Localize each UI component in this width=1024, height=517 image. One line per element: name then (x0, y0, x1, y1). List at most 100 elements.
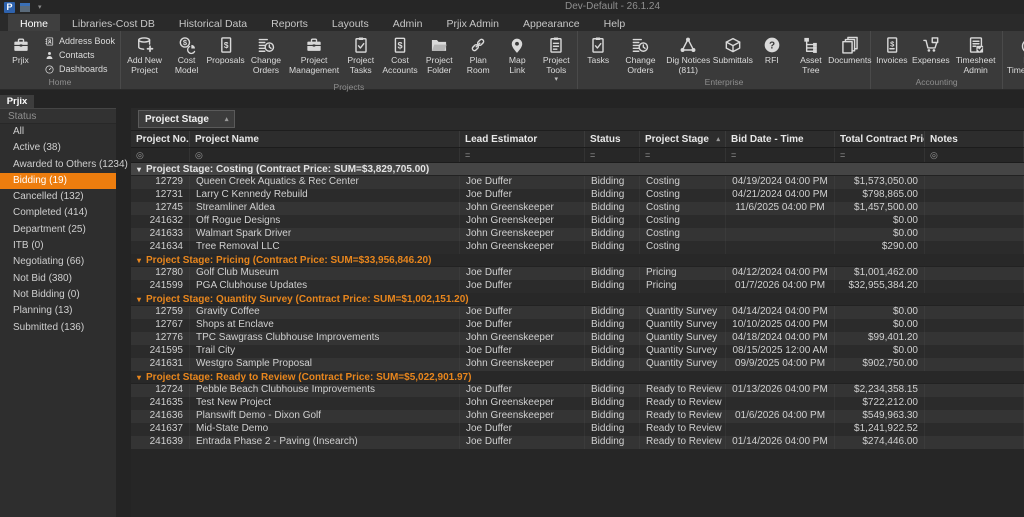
filter-cell-project-no[interactable]: ◎ (131, 148, 190, 162)
ribbon-button-change-orders[interactable]: Change Orders (618, 31, 663, 78)
window-icon[interactable] (20, 3, 30, 12)
ribbon-button-change-orders[interactable]: Change Orders (245, 31, 287, 83)
ribbon-button-cost-accounts[interactable]: $Cost Accounts (380, 31, 420, 83)
group-row[interactable]: ▾Project Stage: Quantity Survey (Contrac… (131, 293, 1024, 306)
sidebar-item-planning-13[interactable]: Planning (13) (0, 303, 116, 319)
ribbon-button-contacts[interactable]: Contacts (44, 49, 115, 61)
table-row[interactable]: 12745Streamliner AldeaJohn GreenskeeperB… (131, 202, 1024, 215)
table-row[interactable]: 241595Trail CityJoe DufferBiddingQuantit… (131, 345, 1024, 358)
ribbon-button-timesheet-admin[interactable]: Timesheet Admin (950, 31, 1001, 78)
ribbon-button-proposals[interactable]: $Proposals (206, 31, 245, 83)
ribbon-button-address-book[interactable]: Address Book (44, 35, 115, 47)
ribbon-button-rfi[interactable]: ?RFI (752, 31, 791, 78)
column-header-project-stage[interactable]: Project Stage▴ (640, 131, 726, 147)
sidebar-item-department-25[interactable]: Department (25) (0, 222, 116, 238)
filter-cell-total-contract-price[interactable]: = (835, 148, 925, 162)
ribbon-button-plan-room[interactable]: Plan Room (459, 31, 498, 83)
sidebar-item-bidding-19[interactable]: Bidding (19) (0, 173, 116, 189)
column-header-bid-date-time[interactable]: Bid Date - Time (726, 131, 835, 147)
ribbon-button-dig-notices-811[interactable]: Dig Notices (811) (663, 31, 713, 78)
menu-tab-libraries-cost-db[interactable]: Libraries-Cost DB (60, 14, 167, 31)
ribbon-button-cost-model[interactable]: $Cost Model (167, 31, 206, 83)
filter-cell-notes[interactable]: ◎ (925, 148, 1024, 162)
menu-tab-help[interactable]: Help (592, 14, 638, 31)
equals-filter-icon[interactable]: = (590, 150, 595, 160)
sidebar-item-submitted-136[interactable]: Submitted (136) (0, 320, 116, 336)
menu-tab-home[interactable]: Home (8, 14, 60, 31)
ribbon-button-submittals[interactable]: Submittals (713, 31, 752, 78)
sidebar-item-cancelled-132[interactable]: Cancelled (132) (0, 189, 116, 205)
sidebar-item-active-38[interactable]: Active (38) (0, 140, 116, 156)
text-filter-icon[interactable]: ◎ (136, 150, 144, 161)
column-header-status[interactable]: Status (585, 131, 640, 147)
ribbon-button-project-tools[interactable]: Project Tools▾ (537, 31, 576, 83)
table-row[interactable]: 12776TPC Sawgrass Clubhouse Improvements… (131, 332, 1024, 345)
column-header-project-no[interactable]: Project No. (131, 131, 190, 147)
table-row[interactable]: 12767Shops at EnclaveJoe DufferBiddingQu… (131, 319, 1024, 332)
column-header-lead-estimator[interactable]: Lead Estimator (460, 131, 585, 147)
sidebar-item-awarded-to-others-1234[interactable]: Awarded to Others (1234) (0, 157, 116, 173)
table-row[interactable]: 241636Planswift Demo - Dixon GolfJohn Gr… (131, 410, 1024, 423)
equals-filter-icon[interactable]: = (465, 150, 470, 160)
ribbon-button-documents[interactable]: Documents (830, 31, 869, 78)
group-by-chip-project-stage[interactable]: Project Stage ▴ (138, 110, 235, 128)
sidebar-item-not-bidding-0[interactable]: Not Bidding (0) (0, 287, 116, 303)
text-filter-icon[interactable]: ◎ (195, 150, 203, 161)
quick-access-dropdown-icon[interactable]: ▾ (38, 3, 42, 11)
table-row[interactable]: 241637Mid-State DemoJoe DufferBiddingRea… (131, 423, 1024, 436)
table-row[interactable]: 241632Off Rogue DesignsJohn Greenskeeper… (131, 215, 1024, 228)
ribbon-button-add-new-project[interactable]: Add New Project (122, 31, 167, 83)
menu-tab-reports[interactable]: Reports (259, 14, 320, 31)
ribbon-button-my-timesheets[interactable]: My Timesheets (1004, 31, 1024, 78)
column-header-project-name[interactable]: Project Name (190, 131, 460, 147)
sidebar-item-itb-0[interactable]: ITB (0) (0, 238, 116, 254)
collapse-arrow-icon[interactable]: ▾ (137, 295, 141, 304)
table-row[interactable]: 12724Pebble Beach Clubhouse Improvements… (131, 384, 1024, 397)
ribbon-button-expenses[interactable]: Expenses (911, 31, 950, 78)
sidebar-item-completed-414[interactable]: Completed (414) (0, 205, 116, 221)
column-header-total-contract-price[interactable]: Total Contract Price (835, 131, 925, 147)
equals-filter-icon[interactable]: = (645, 150, 650, 160)
table-row[interactable]: 12780Golf Club MuseumJoe DufferBiddingPr… (131, 267, 1024, 280)
equals-filter-icon[interactable]: = (731, 150, 736, 160)
ribbon-button-asset-tree[interactable]: Asset Tree (791, 31, 830, 78)
filter-cell-project-name[interactable]: ◎ (190, 148, 460, 162)
ribbon-button-invoices[interactable]: $Invoices (872, 31, 911, 78)
menu-tab-prjix-admin[interactable]: Prjix Admin (434, 14, 511, 31)
group-row[interactable]: ▾Project Stage: Pricing (Contract Price:… (131, 254, 1024, 267)
collapse-arrow-icon[interactable]: ▾ (137, 165, 141, 174)
ribbon-button-project-folder[interactable]: Project Folder (420, 31, 459, 83)
column-header-notes[interactable]: Notes (925, 131, 1024, 147)
ribbon-button-project-management[interactable]: Project Management (287, 31, 341, 83)
filter-cell-status[interactable]: = (585, 148, 640, 162)
table-row[interactable]: 12729Queen Creek Aquatics & Rec CenterJo… (131, 176, 1024, 189)
sidebar-item-not-bid-380[interactable]: Not Bid (380) (0, 271, 116, 287)
collapse-arrow-icon[interactable]: ▾ (137, 373, 141, 382)
table-row[interactable]: 12759Gravity CoffeeJoe DufferBiddingQuan… (131, 306, 1024, 319)
table-row[interactable]: 241635Test New ProjectJohn GreenskeeperB… (131, 397, 1024, 410)
table-row[interactable]: 241631Westgro Sample ProposalJohn Greens… (131, 358, 1024, 371)
filter-cell-lead-estimator[interactable]: = (460, 148, 585, 162)
menu-tab-layouts[interactable]: Layouts (320, 14, 381, 31)
ribbon-button-tasks[interactable]: Tasks (579, 31, 618, 78)
group-row[interactable]: ▾Project Stage: Costing (Contract Price:… (131, 163, 1024, 176)
group-row[interactable]: ▾Project Stage: Ready to Review (Contrac… (131, 371, 1024, 384)
menu-tab-historical-data[interactable]: Historical Data (167, 14, 259, 31)
ribbon-button-map-link[interactable]: Map Link (498, 31, 537, 83)
table-row[interactable]: 241639Entrada Phase 2 - Paving (Insearch… (131, 436, 1024, 449)
filter-cell-bid-date-time[interactable]: = (726, 148, 835, 162)
table-row[interactable]: 241633Walmart Spark DriverJohn Greenskee… (131, 228, 1024, 241)
ribbon-button-project-tasks[interactable]: Project Tasks (341, 31, 380, 83)
text-filter-icon[interactable]: ◎ (930, 150, 938, 161)
table-row[interactable]: 12731Larry C Kennedy RebuildJoe DufferBi… (131, 189, 1024, 202)
sidebar-tab-prjix[interactable]: Prjix (0, 95, 34, 108)
table-row[interactable]: 241599PGA Clubhouse UpdatesJoe DufferBid… (131, 280, 1024, 293)
collapse-arrow-icon[interactable]: ▾ (137, 256, 141, 265)
ribbon-button-prjix[interactable]: Prjix (1, 31, 40, 78)
filter-cell-project-stage[interactable]: = (640, 148, 726, 162)
sidebar-item-negotiating-66[interactable]: Negotiating (66) (0, 254, 116, 270)
menu-tab-appearance[interactable]: Appearance (511, 14, 592, 31)
menu-tab-admin[interactable]: Admin (381, 14, 435, 31)
sidebar-item-all[interactable]: All (0, 124, 116, 140)
equals-filter-icon[interactable]: = (840, 150, 845, 160)
